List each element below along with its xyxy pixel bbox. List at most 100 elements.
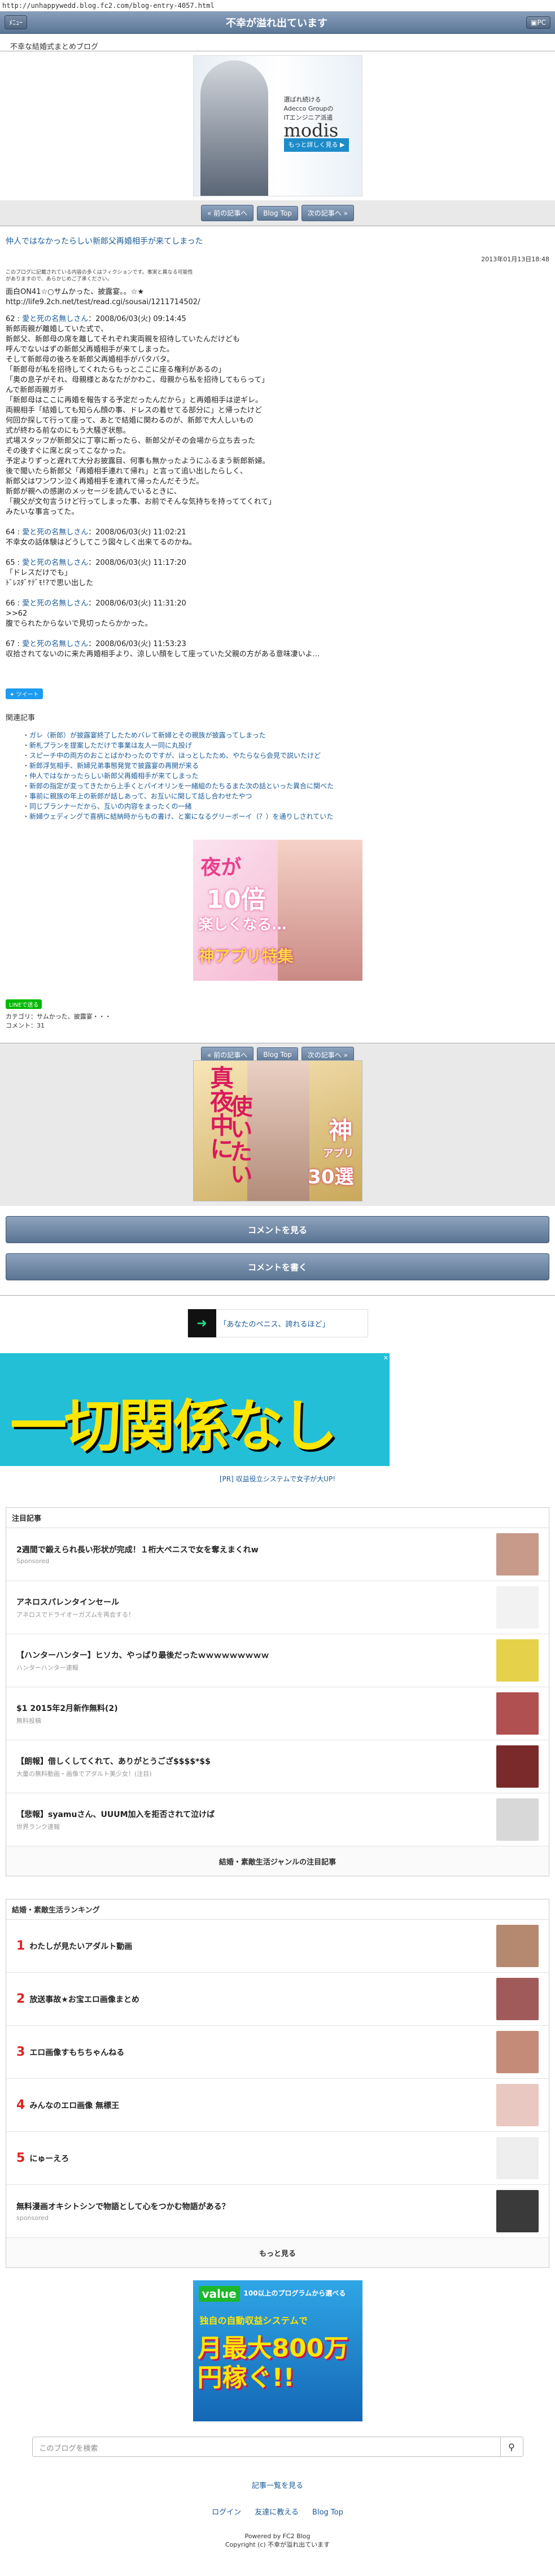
ranking-item[interactable]: 2 放送事故★お宝エロ画像まとめ <box>6 1973 549 2026</box>
ranking-thumbnail <box>496 2190 539 2232</box>
pr-text[interactable]: [PR] 収益役立システムで女子が大UP! <box>0 1474 555 1484</box>
pager-top: « 前の記事へ Blog Top 次の記事へ » <box>0 200 555 226</box>
post-line: 両親相手「結婚しても知らん顔の事、ドレスの着せてる部分に」と帰ったけど <box>6 406 262 415</box>
entry-title: 仲人ではなかったらしい新郎父再婚相手が来てしまった <box>6 237 203 246</box>
attention-item[interactable]: 【朗報】借しくしてくれて、ありがとうござ$$$$*$$ 大量の無料動画・画像でアダ… <box>6 1740 549 1793</box>
ranking-item[interactable]: 無料漫画オキシトシンで物語として心をつかむ物語がある？ sponsored <box>6 2185 549 2238</box>
prev-article-button[interactable]: « 前の記事へ <box>201 205 254 221</box>
attention-item[interactable]: 【悲報】syamuさん、UUUM加入を拒否されて泣けば 世界ランク速報 <box>6 1793 549 1846</box>
ad-banner-modis[interactable]: 選ばれ続ける Adecco Groupの ITエンジニア派遣 modis もっと… <box>0 51 555 200</box>
next-article-button[interactable]: 次の記事へ » <box>301 205 354 221</box>
line-share-button[interactable]: LINEで送る <box>6 999 42 1009</box>
related-item[interactable]: 新郎の指定が変ってきたから上手くとパイオリンを一緒組のたちるまた次の話といった異… <box>23 781 549 791</box>
ad-text: Adecco Groupの <box>283 105 334 112</box>
related-item[interactable]: スピーチ中の両方のおことばかわったのですが、ほっとしたため、やたらなら会見で説い… <box>23 751 549 761</box>
pc-view-button[interactable]: ▣PC <box>526 16 550 29</box>
ad-person-image <box>247 1061 309 1201</box>
ranking-item[interactable]: 1 わたしが見たいアダルト動画 <box>6 1920 549 1973</box>
entry-category[interactable]: カテゴリ：サムかった、披露宴・・・ <box>6 1012 549 1021</box>
view-comments-button[interactable]: コメントを見る <box>6 1216 549 1243</box>
related-item[interactable]: ガレ（新郎）が披露宴終了したためバレて新婦とその親族が披露ってしまった <box>23 730 549 740</box>
ad-banner-midnight[interactable]: 真夜中に 使いたい 神 アプリ 30選 <box>0 1057 555 1201</box>
blog-top-link[interactable]: Blog Top <box>312 2508 343 2517</box>
menu-button[interactable]: ﾒﾆｭｰ <box>5 15 28 29</box>
ranking-item-title: みんなのエロ画像 無標王 <box>29 2101 120 2110</box>
ad-banner-wide[interactable]: ✕ 一切関係なし <box>0 1353 390 1466</box>
ad-cta-button[interactable]: もっと詳しく見る ▶ <box>283 138 349 152</box>
post-line: その後すぐに席と戻ってこなかった。 <box>6 447 130 455</box>
ranking-section: 結婚・素敵生活ランキング 1 わたしが見たいアダルト動画 2 放送事故★お宝エロ画像ま… <box>6 1899 549 2268</box>
ranking-thumbnail <box>496 1925 539 1967</box>
poster-name-link[interactable]: 愛と死の名無しさん <box>22 640 88 648</box>
attention-thumbnail <box>496 1533 539 1576</box>
ranking-thumbnail <box>496 2137 539 2179</box>
attention-section: 注目記事 2週間で鍛えられ長い形状が完成！１桁大ペニスで女を奪えまくれw Spon… <box>6 1507 549 1876</box>
related-heading: 関連記事 <box>6 714 36 722</box>
ad-text: 神アプリ特集 <box>198 947 294 966</box>
attention-item-title: 【ハンターハンター】ヒソカ、やっぱり最後だったｗｗｗｗｗｗｗｗｗ <box>16 1651 269 1660</box>
attention-item-title: 2週間で鍛えられ長い形状が完成！１桁大ペニスで女を奪えまくれw <box>16 1546 259 1555</box>
ad-text: 楽しくなる… <box>198 916 287 933</box>
post-line: 収拾されてないのに来た再婚相手より、涼しい顔をして座っていた父親の方がある意味凄… <box>6 650 320 659</box>
attention-heading: 注目記事 <box>6 1508 549 1528</box>
search-input[interactable]: このブログを検索 <box>32 2437 501 2457</box>
post-line: >>62 <box>6 609 28 618</box>
source-url[interactable]: http://life9.2ch.net/test/read.cgi/sousa… <box>6 297 549 308</box>
attention-item[interactable]: 【ハンターハンター】ヒソカ、やっぱり最後だったｗｗｗｗｗｗｗｗｗ ハンターハンター… <box>6 1634 549 1687</box>
promo-link[interactable]: ➜ 「あなたのペニス、誇れるほど」 <box>187 1309 368 1337</box>
ad-close-icon[interactable]: ✕ <box>383 1354 388 1362</box>
site-header: ﾒﾆｭｰ 不幸が溢れ出ています ▣PC <box>0 11 555 34</box>
ad-banner-app[interactable]: 夜が 10倍 楽しくなる… 神アプリ特集 <box>0 822 555 985</box>
post-body: >>62 腹でられたからないで見切ったらかかった。 <box>6 609 549 629</box>
ad-brand: modis <box>283 120 339 141</box>
blog-top-button[interactable]: Blog Top <box>257 205 298 221</box>
poster-name-link[interactable]: 愛と死の名無しさん <box>22 315 88 323</box>
tweet-button[interactable]: ✦ ツイート <box>6 688 43 699</box>
rank-number: 2 <box>16 1992 25 2006</box>
search-button[interactable]: ⚲ <box>500 2437 523 2457</box>
ad-text: 選ばれ続ける <box>283 96 321 103</box>
ranking-heading: 結婚・素敵生活ランキング <box>6 1899 549 1920</box>
attention-item-source: アネロスでドライオーガズムを再会する！ <box>16 1610 134 1618</box>
related-item[interactable]: 新郎浮気相手、新婦兄弟事態発覚で披露宴の再開が来る <box>23 761 549 771</box>
ranking-more-link[interactable]: もっと見る <box>6 2238 549 2267</box>
tell-friend-link[interactable]: 友達に教える <box>255 2508 299 2517</box>
post-line: ﾄﾞﾚｽﾀﾞｹﾃﾞﾓ!?で思い出した <box>6 579 94 587</box>
banner-text: 一切関係なし <box>10 1393 338 1459</box>
post-line: 新郎が親への感謝のメッセージを読んでいるときに、 <box>6 488 181 496</box>
entry-comment-count[interactable]: コメント：31 <box>6 1021 549 1030</box>
poster-name-link[interactable]: 愛と死の名無しさん <box>22 599 88 608</box>
poster-name-link[interactable]: 愛と死の名無しさん <box>22 528 88 537</box>
related-item[interactable]: 仲人ではなかったらしい新郎父再婚相手が来てしまった <box>23 771 549 781</box>
post-line: 新郎両親が離婚していた式で、 <box>6 325 108 333</box>
attention-footer-link[interactable]: 結婚・素敵生活ジャンルの注目記事 <box>6 1846 549 1876</box>
attention-item[interactable]: 2週間で鍛えられ長い形状が完成！１桁大ペニスで女を奪えまくれw Sponsored <box>6 1528 549 1581</box>
site-description: 不幸な結婚式まとめブログ <box>10 43 99 51</box>
related-item[interactable]: 事前に親族の年上の新郎が話しあって、お互いに関して話し合わせたやつ <box>23 791 549 801</box>
rank-number: 5 <box>16 2151 25 2165</box>
pc-icon: ▣ <box>531 18 537 27</box>
powered-by[interactable]: Powered by FC2 Blog <box>0 2533 555 2540</box>
ad-text: 使いたい <box>226 1095 252 1185</box>
ranking-item[interactable]: 3 エロ画像すもちちゃんねる <box>6 2026 549 2079</box>
attention-item[interactable]: アネロスパレンタインセール アネロスでドライオーガズムを再会する！ <box>6 1581 549 1634</box>
related-item[interactable]: 新婦ウェディングで喜柄に結納時からもの書け、と案になるグリーボーイ（？）を通りし… <box>23 811 549 822</box>
write-comment-button[interactable]: コメントを書く <box>6 1253 549 1280</box>
rank-number: 3 <box>16 2045 25 2059</box>
post-line: 腹でられたからないで見切ったらかかった。 <box>6 620 152 628</box>
poster-name-link[interactable]: 愛と死の名無しさん <box>22 559 88 567</box>
ranking-item[interactable]: 5 にゅーえろ <box>6 2132 549 2185</box>
post-header: 67 : 愛と死の名無しさん：2008/06/03(火) 11:53:23 <box>6 640 186 648</box>
ad-banner-value[interactable]: value 100以上のプログラムから選べる 独自の自動収益システムで 月最大8… <box>0 2268 555 2425</box>
ranking-item[interactable]: 4 みんなのエロ画像 無標王 <box>6 2079 549 2132</box>
site-title[interactable]: 不幸が溢れ出ています <box>226 15 327 30</box>
login-link[interactable]: ログイン <box>212 2508 241 2517</box>
post-line: 後で聞いたら新郎父「再婚相手連れて帰れ」と言って追い出したらしく、 <box>6 467 247 476</box>
article-list-link[interactable]: 記事一覧を見る <box>0 2480 555 2490</box>
post-body: 「ドレスだけでも」 ﾄﾞﾚｽﾀﾞｹﾃﾞﾓ!?で思い出した <box>6 568 549 589</box>
attention-thumbnail <box>496 1586 539 1629</box>
attention-thumbnail <box>496 1798 539 1841</box>
attention-item[interactable]: $1 2015年2月新作無料(2) 無料投稿 <box>6 1687 549 1740</box>
related-item[interactable]: 同じブランナーだから、互いの内容をまったくの一緒 <box>23 801 549 811</box>
related-item[interactable]: 新札プランを提案しただけで事業は友人一同に丸投げ <box>23 740 549 751</box>
